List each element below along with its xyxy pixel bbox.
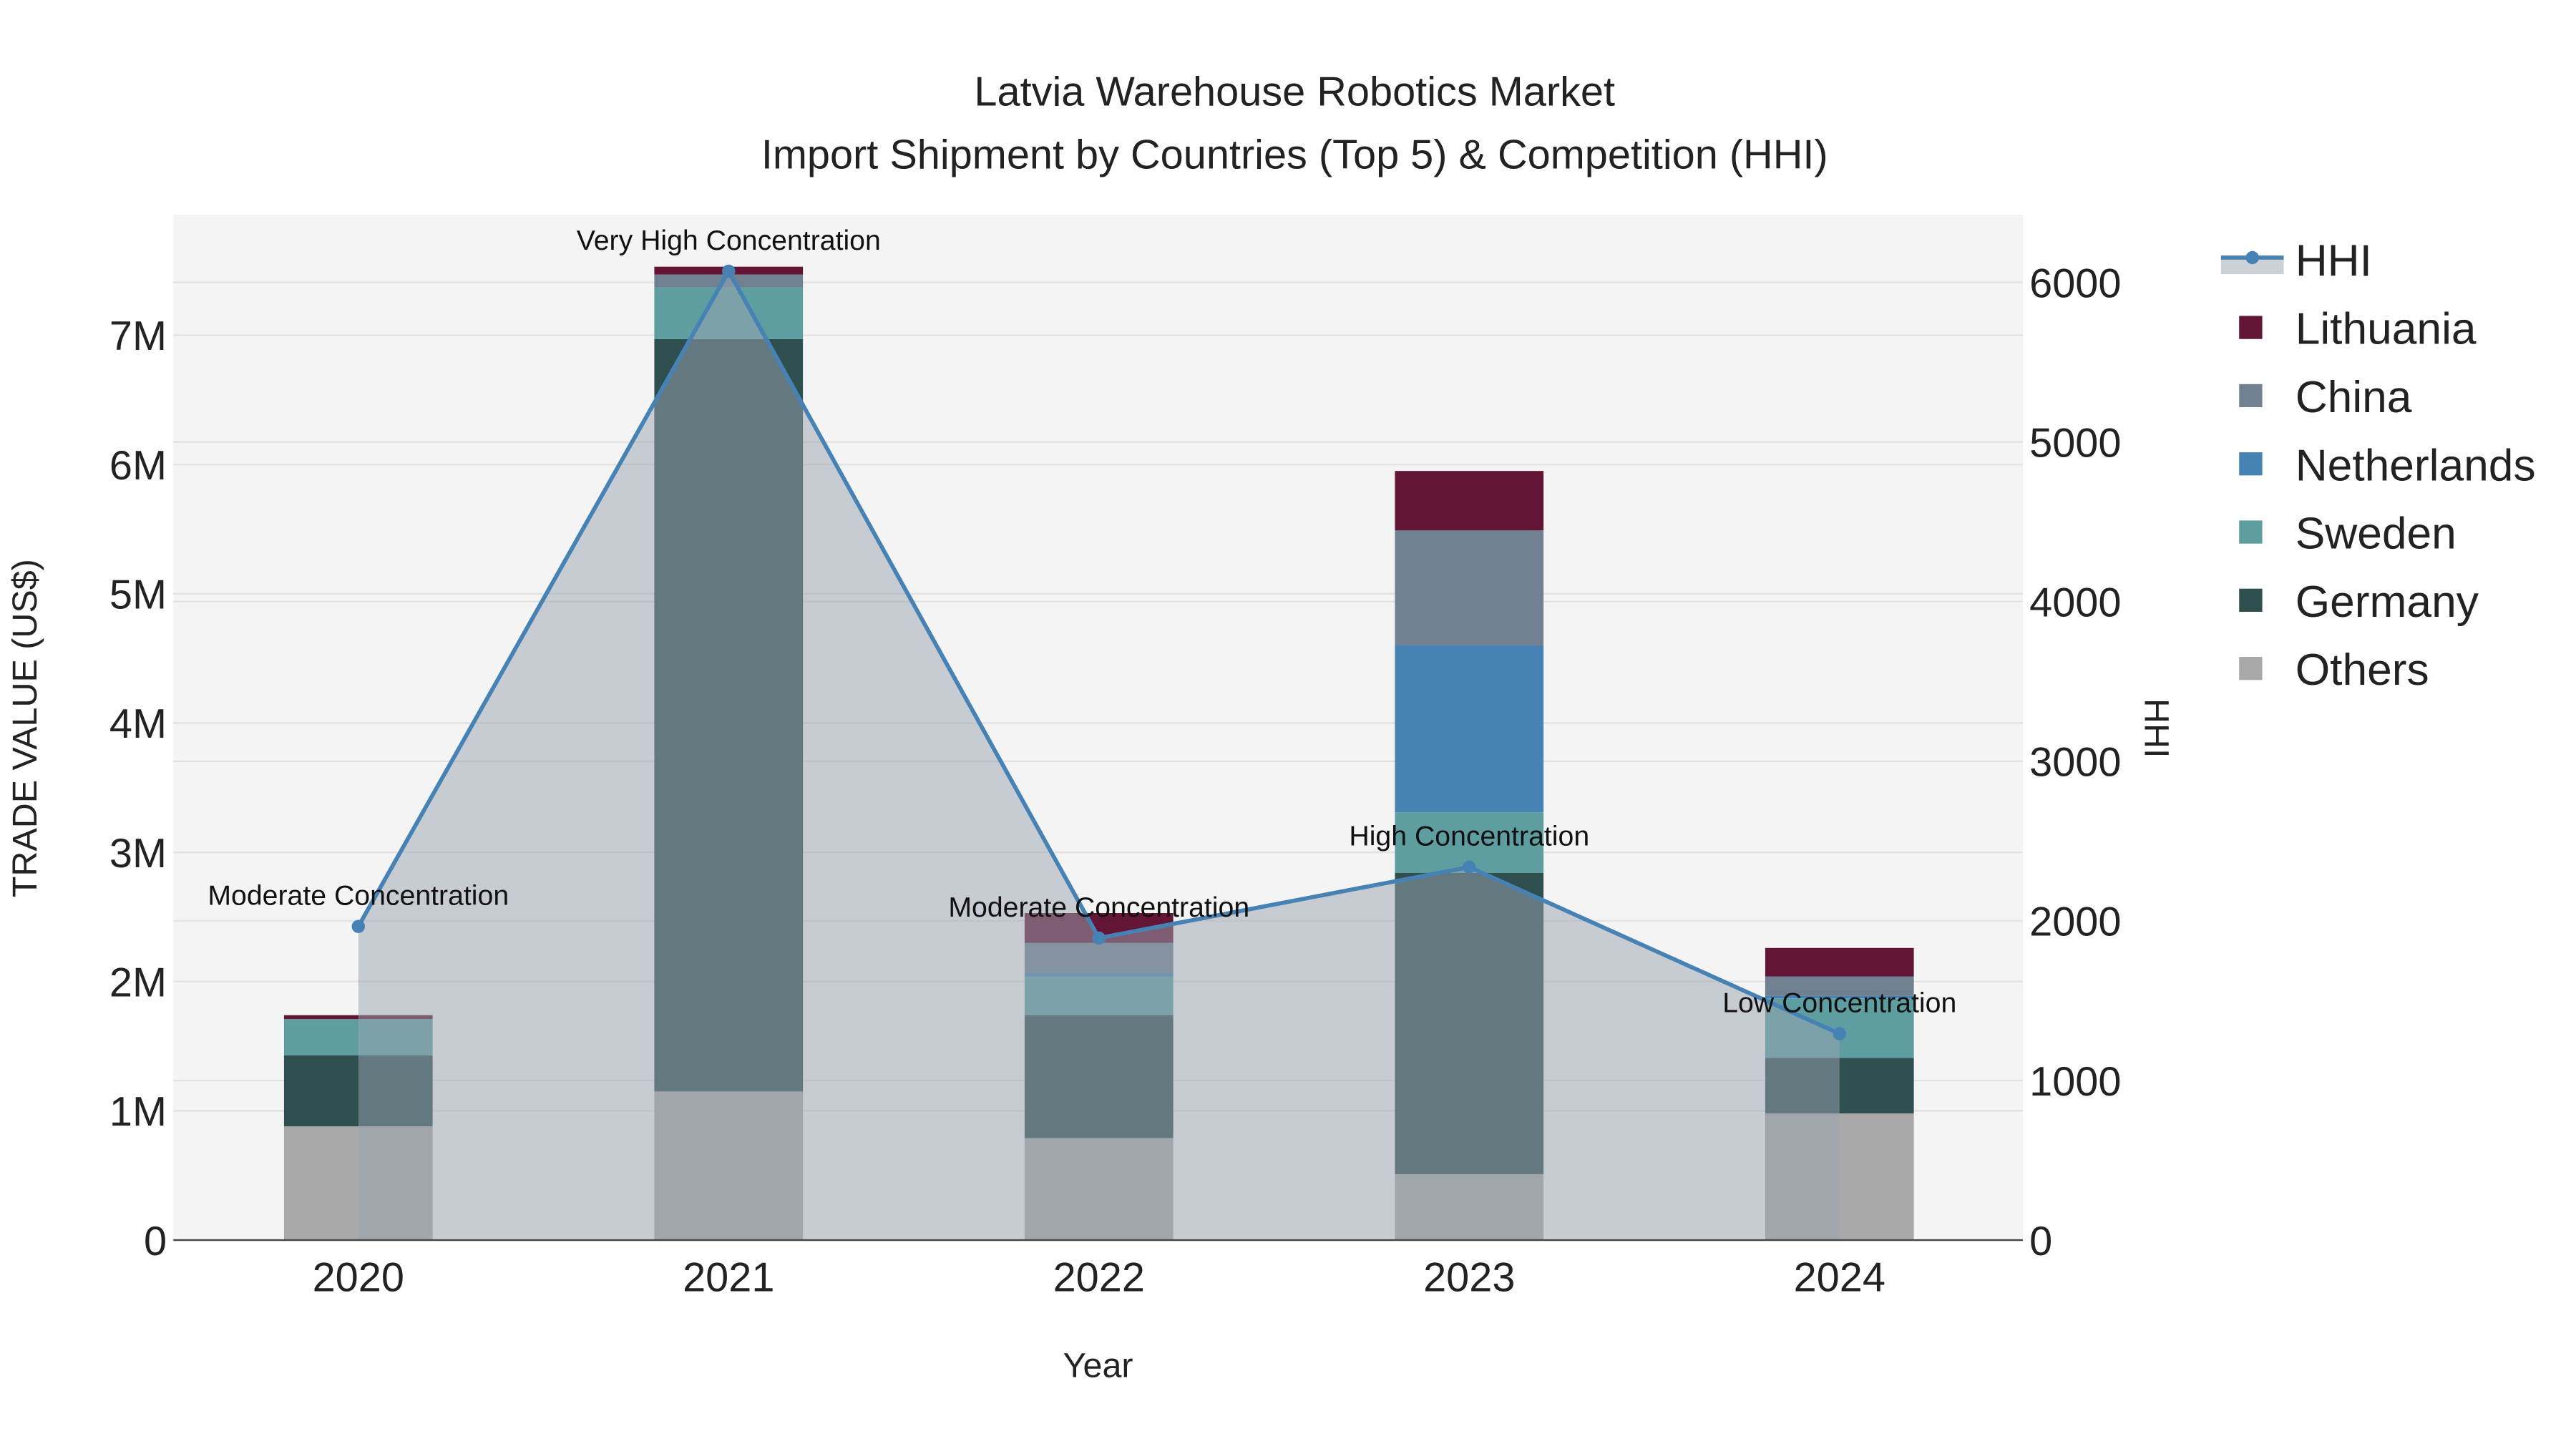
hhi-annotation: Low Concentration: [1722, 987, 1956, 1019]
legend-label-sweden: Sweden: [2296, 509, 2457, 559]
hhi-annotation: High Concentration: [1349, 821, 1589, 852]
y2-tick-label: 3000: [2029, 740, 2121, 786]
hhi-annotation: Moderate Concentration: [948, 892, 1249, 923]
legend-label-hhi: HHI: [2296, 236, 2372, 286]
y-tick-label: 5M: [109, 572, 167, 618]
hhi-annotation: Moderate Concentration: [208, 880, 509, 912]
legend-swatch-others: [2239, 657, 2263, 680]
x-axis-label: Year: [1063, 1347, 1133, 1385]
y-axis-label: TRADE VALUE (US$): [6, 559, 44, 897]
bar-china-2023: [1395, 530, 1544, 646]
hhi-point-2024: [1833, 1027, 1846, 1040]
bar-lithuania-2023: [1395, 471, 1544, 531]
legend-label-others: Others: [2296, 645, 2429, 695]
legend-swatch-china: [2239, 384, 2263, 408]
y2-tick-label: 4000: [2029, 580, 2121, 626]
x-tick-label: 2021: [683, 1255, 774, 1301]
y-tick-label: 7M: [109, 313, 167, 359]
y2-tick-label: 1000: [2029, 1059, 2121, 1105]
x-tick-label: 2024: [1794, 1255, 1885, 1301]
chart-subtitle: Import Shipment by Countries (Top 5) & C…: [761, 132, 1828, 177]
legend-label-lithuania: Lithuania: [2296, 305, 2477, 354]
legend-swatch-lithuania: [2239, 316, 2263, 339]
y2-tick-label: 6000: [2029, 260, 2121, 306]
legend-swatch-sweden: [2239, 520, 2263, 544]
chart: Moderate Concentration Very High Concentr…: [0, 0, 2576, 1449]
hhi-annotation: Very High Concentration: [577, 225, 881, 256]
x-tick-label: 2020: [313, 1255, 404, 1301]
hhi-point-2022: [1092, 931, 1106, 945]
x-tick-label: 2023: [1423, 1255, 1515, 1301]
legend-label-china: China: [2296, 373, 2412, 422]
x-tick-label: 2022: [1053, 1255, 1145, 1301]
y2-tick-label: 5000: [2029, 420, 2121, 466]
y2-axis-label: HHI: [2137, 698, 2176, 758]
y-tick-label: 1M: [109, 1089, 167, 1135]
bar-lithuania-2024: [1765, 947, 1914, 977]
legend-label-netherlands: Netherlands: [2296, 441, 2536, 490]
hhi-point-2021: [722, 264, 736, 278]
y-tick-label: 0: [144, 1219, 167, 1264]
y-tick-label: 4M: [109, 701, 167, 747]
legend-swatch-netherlands: [2239, 452, 2263, 476]
legend-swatch-germany: [2239, 588, 2263, 612]
y2-tick-label: 2000: [2029, 899, 2121, 945]
y-tick-label: 6M: [109, 443, 167, 489]
legend-label-germany: Germany: [2296, 577, 2479, 627]
y2-tick-label: 0: [2029, 1219, 2052, 1264]
y-tick-label: 2M: [109, 960, 167, 1006]
legend-hhi-marker: [2245, 250, 2259, 265]
hhi-point-2020: [351, 919, 365, 933]
y-tick-label: 3M: [109, 831, 167, 877]
chart-title: Latvia Warehouse Robotics Market: [974, 69, 1615, 115]
hhi-point-2023: [1463, 860, 1476, 874]
bar-netherlands-2023: [1395, 645, 1544, 813]
